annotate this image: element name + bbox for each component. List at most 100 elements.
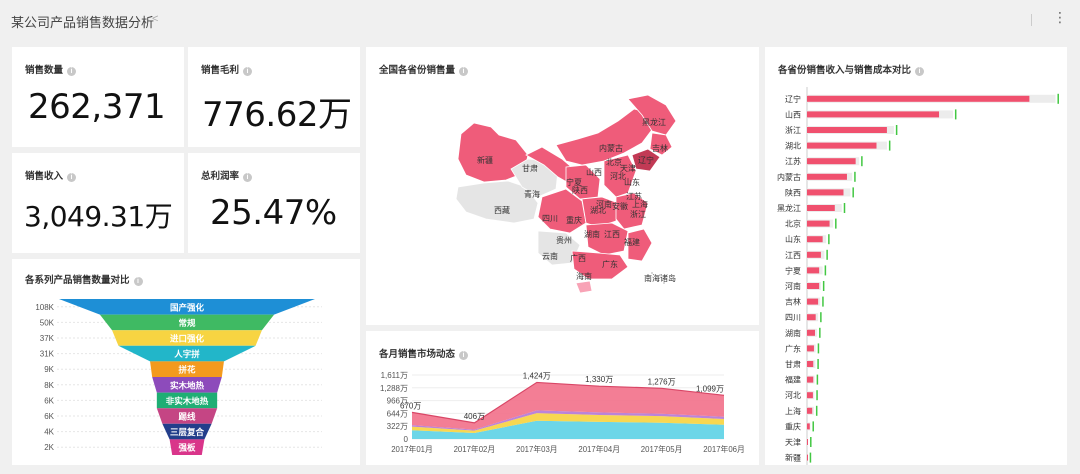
map-region-label: 西藏 xyxy=(494,205,510,215)
map-card: 全国各省份销售量 i 新疆 西藏 青海 甘肃 宁夏 内蒙古 黑龙江 吉林 辽宁 北京 天津 山西 陕西 河北… xyxy=(366,47,759,325)
bar-revenue[interactable] xyxy=(807,423,810,430)
bar-revenue[interactable] xyxy=(807,361,814,367)
map-region-label: 湖北 xyxy=(590,206,606,215)
bar-card: 各省份销售收入与销售成本对比 i 辽宁 山西 浙江 湖北 江苏 内蒙古 陕西 黑龙江 北京 山东 江西… xyxy=(765,47,1067,465)
map-region-label: 甘肃 xyxy=(522,163,538,173)
kpi-label: 销售收入 xyxy=(25,171,64,182)
bar-revenue[interactable] xyxy=(807,376,814,383)
bar-cost-marker[interactable] xyxy=(835,218,837,229)
funnel-label: 三层复合 xyxy=(170,427,205,437)
bar-category-label: 上海 xyxy=(785,406,801,416)
bar-revenue[interactable] xyxy=(807,314,816,321)
bar-cost-marker[interactable] xyxy=(809,452,812,463)
bar-cost-marker[interactable] xyxy=(888,140,891,151)
share-icon[interactable]: < xyxy=(152,13,158,25)
area-data-label: 1,330万 xyxy=(585,375,613,384)
bar-cost-marker[interactable] xyxy=(815,405,818,416)
kpi-label: 销售毛利 xyxy=(201,65,240,76)
bar-revenue[interactable] xyxy=(807,283,820,289)
bar-revenue[interactable] xyxy=(807,392,813,399)
info-icon[interactable]: i xyxy=(67,173,77,182)
bar-revenue[interactable] xyxy=(807,236,823,243)
funnel-card: 各系列产品销售数量对比 i 国产强化 108K 常规 50K 进口强化 37K 人字拼 31K 拼… xyxy=(12,259,360,465)
bar-category-label: 天津 xyxy=(785,437,801,447)
info-icon[interactable]: i xyxy=(67,67,77,76)
bar-revenue[interactable] xyxy=(807,189,844,196)
bar-chart: 辽宁山西浙江湖北江苏内蒙古陕西黑龙江北京山东江西宁夏河南吉林四川湖南广东甘肃福建… xyxy=(777,87,1059,465)
map-province[interactable] xyxy=(585,222,629,256)
bar-cost-marker[interactable] xyxy=(820,312,822,323)
more-options-icon[interactable]: ⋮ xyxy=(1053,9,1067,26)
x-tick-label: 2017年03月 xyxy=(516,444,558,454)
bar-revenue[interactable] xyxy=(807,142,877,149)
bar-revenue[interactable] xyxy=(807,158,856,165)
map-region-label: 辽宁 xyxy=(638,155,654,165)
bar-cost-marker[interactable] xyxy=(843,203,846,213)
kpi-value: 25.47% xyxy=(210,193,337,233)
funnel-label: 踢线 xyxy=(178,412,196,422)
bar-category-label: 吉林 xyxy=(785,297,801,307)
bar-cost-marker[interactable] xyxy=(817,343,820,354)
bar-cost-marker[interactable] xyxy=(817,359,819,369)
funnel-tick-label: 9K xyxy=(44,365,54,374)
area-card: 各月销售市场动态 i 0 322万 644万 966万 1,288万 1,611万 670万 4… xyxy=(366,331,759,465)
funnel-tick-label: 6K xyxy=(44,412,54,421)
bar-revenue[interactable] xyxy=(807,205,835,211)
bar-cost-marker[interactable] xyxy=(954,109,957,120)
bar-revenue[interactable] xyxy=(807,173,847,180)
bar-category-label: 福建 xyxy=(785,375,801,385)
map-region-label: 山西 xyxy=(586,167,602,177)
kpi-card-sales-qty: 销售数量 i 262,371 xyxy=(12,47,184,147)
bar-cost-marker[interactable] xyxy=(852,187,854,198)
bar-revenue[interactable] xyxy=(807,298,819,305)
funnel-label: 拼花 xyxy=(178,365,196,375)
bar-revenue[interactable] xyxy=(807,95,1030,102)
bar-category-label: 北京 xyxy=(785,219,801,229)
x-tick-label: 2017年06月 xyxy=(703,444,745,454)
bar-cost-marker[interactable] xyxy=(819,327,821,338)
area-data-label: 1,276万 xyxy=(648,377,676,386)
bar-revenue[interactable] xyxy=(807,345,814,352)
bar-revenue[interactable] xyxy=(807,220,830,227)
area-data-label: 1,099万 xyxy=(696,384,724,393)
map-region-label: 安徽 xyxy=(612,201,628,211)
funnel-label: 进口强化 xyxy=(170,334,205,344)
bar-revenue[interactable] xyxy=(807,111,940,118)
bar-revenue[interactable] xyxy=(807,127,887,133)
bar-revenue[interactable] xyxy=(807,439,808,445)
kpi-card-gross-profit: 销售毛利 i 776.62万 xyxy=(188,47,360,147)
top-bar: 某公司产品销售数据分析 < ⋮ xyxy=(0,0,1080,40)
bar-cost-marker[interactable] xyxy=(822,281,825,291)
bar-cost-marker[interactable] xyxy=(816,374,819,385)
map-region-label: 上海 xyxy=(632,199,648,209)
bar-cost-marker[interactable] xyxy=(861,156,863,167)
info-icon[interactable]: i xyxy=(243,67,253,76)
funnel-label: 实木地热 xyxy=(170,380,205,390)
bar-cost-marker[interactable] xyxy=(826,249,828,260)
bar-revenue[interactable] xyxy=(807,407,813,414)
bar-category-label: 甘肃 xyxy=(785,359,801,369)
info-icon[interactable]: i xyxy=(243,173,253,182)
bar-cost-marker[interactable] xyxy=(810,437,812,447)
map-region-label: 吉林 xyxy=(652,143,668,153)
funnel-tick-label: 31K xyxy=(40,350,55,359)
bar-revenue[interactable] xyxy=(807,251,821,258)
bar-cost-marker[interactable] xyxy=(816,390,818,401)
bar-cost-marker[interactable] xyxy=(812,421,814,432)
bar-cost-marker[interactable] xyxy=(1057,93,1059,104)
bar-cost-marker[interactable] xyxy=(824,265,827,276)
bar-cost-marker[interactable] xyxy=(828,234,830,245)
map-region-label: 山东 xyxy=(624,177,640,187)
x-tick-label: 2017年04月 xyxy=(578,444,620,454)
funnel-label: 非实木地热 xyxy=(166,396,209,406)
bar-cost-marker[interactable] xyxy=(854,171,856,182)
x-tick-label: 2017年02月 xyxy=(454,444,496,454)
bar-cost-marker[interactable] xyxy=(895,125,898,135)
bar-revenue[interactable] xyxy=(807,454,808,461)
bar-revenue[interactable] xyxy=(807,267,820,274)
bar-revenue[interactable] xyxy=(807,329,815,336)
bar-cost-marker[interactable] xyxy=(822,296,824,307)
map-province[interactable] xyxy=(575,280,593,294)
china-map[interactable]: 新疆西藏青海甘肃宁夏内蒙古黑龙江吉林辽宁北京天津山西陕西河北山东河南四川 重庆湖北… xyxy=(366,47,759,325)
y-tick-label: 1,611万 xyxy=(381,371,408,380)
